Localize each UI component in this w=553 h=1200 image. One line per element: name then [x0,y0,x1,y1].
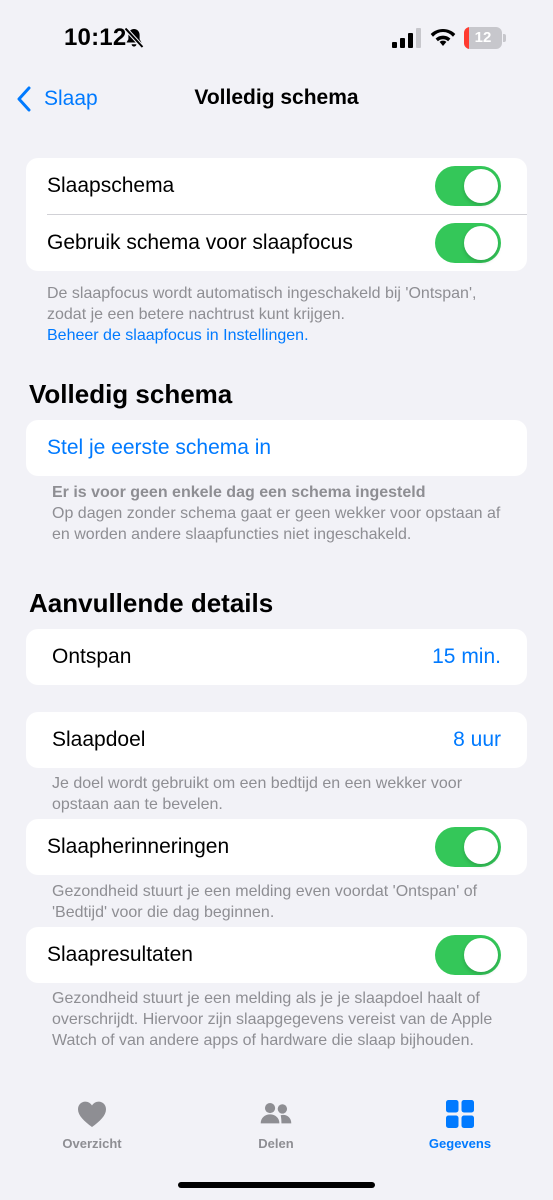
tab-overview-label: Overzicht [62,1136,122,1151]
schedule-focus-label: Gebruik schema voor slaapfocus [47,231,353,254]
bell-slash-icon [124,27,144,49]
results-card: Slaapresultaten [26,927,527,983]
setup-first-schedule-link[interactable]: Stel je eerste schema in [47,436,271,460]
battery-body: 12 [464,27,502,49]
sleep-goal-row[interactable]: Slaapdoel 8 uur [26,712,527,768]
heart-icon [78,1101,106,1127]
wind-down-label: Ontspan [52,645,132,668]
sleep-schedule-row: Slaapschema [26,158,527,214]
reminders-toggle[interactable] [435,827,501,867]
reminders-footnote: Gezondheid stuurt je een melding even vo… [52,883,478,921]
results-toggle[interactable] [435,935,501,975]
wind-down-card: Ontspan 15 min. [26,629,527,685]
reminders-label: Slaapherinneringen [47,835,230,858]
schedule-focus-toggle[interactable] [435,223,501,263]
tab-share-label: Delen [258,1136,294,1151]
toggle-knob [464,830,498,864]
sleep-goal-label: Slaapdoel [52,728,146,751]
battery-level-text: 12 [474,29,492,46]
cellular-signal-icon [392,28,421,48]
full-schedule-header: Volledig schema [29,379,233,409]
sleep-goal-value[interactable]: 8 uur [453,728,501,752]
wind-down-value[interactable]: 15 min. [432,645,501,669]
sleep-goal-footnote: Je doel wordt gebruikt om een bedtijd en… [52,775,463,813]
battery-icon: 12 [464,27,506,49]
results-label: Slaapresultaten [47,943,193,966]
sleep-focus-footnote-text: De slaapfocus wordt automatisch ingescha… [47,285,477,323]
tab-data-label: Gegevens [428,1136,492,1151]
reminders-row: Slaapherinneringen [26,819,527,875]
wind-down-row[interactable]: Ontspan 15 min. [26,629,527,685]
tab-share[interactable]: Delen [206,1098,346,1151]
people-icon [260,1102,292,1124]
sleep-goal-card: Slaapdoel 8 uur [26,712,527,768]
sleep-focus-footnote: De slaapfocus wordt automatisch ingescha… [47,283,487,346]
setup-schedule-card: Stel je eerste schema in [26,420,527,476]
home-indicator [178,1182,375,1188]
tab-data[interactable]: Gegevens [390,1098,530,1151]
no-schedule-notice-title: Er is voor geen enkele dag een schema in… [52,484,426,501]
manage-sleep-focus-link[interactable]: Beheer de slaapfocus in Instellingen. [47,327,309,344]
results-footnote: Gezondheid stuurt je een melding als je … [52,990,493,1049]
tab-overview[interactable]: Overzicht [22,1098,162,1151]
toggle-knob [464,169,498,203]
no-schedule-notice-body: Op dagen zonder schema gaat er geen wekk… [52,505,501,543]
battery-tip [503,34,506,42]
status-time: 10:12 [64,24,127,51]
toggle-knob [464,226,498,260]
grid-icon [446,1100,474,1128]
page: 10:12 12 Slaap Volledig schema Slaapsche… [0,0,553,1200]
reminders-card: Slaapherinneringen [26,819,527,875]
sleep-schedule-toggle[interactable] [435,166,501,206]
toggle-knob [464,938,498,972]
sleep-schedule-card: Slaapschema Gebruik schema voor slaapfoc… [26,158,527,271]
wifi-icon [430,29,456,46]
sleep-schedule-label: Slaapschema [47,174,175,197]
status-bar: 10:12 12 [0,0,553,76]
results-row: Slaapresultaten [26,927,527,983]
additional-details-header: Aanvullende details [29,588,274,618]
schedule-focus-row: Gebruik schema voor slaapfocus [26,215,527,271]
setup-schedule-row[interactable]: Stel je eerste schema in [26,420,527,476]
no-schedule-notice: Er is voor geen enkele dag een schema in… [52,482,502,545]
page-title: Volledig schema [194,86,359,109]
